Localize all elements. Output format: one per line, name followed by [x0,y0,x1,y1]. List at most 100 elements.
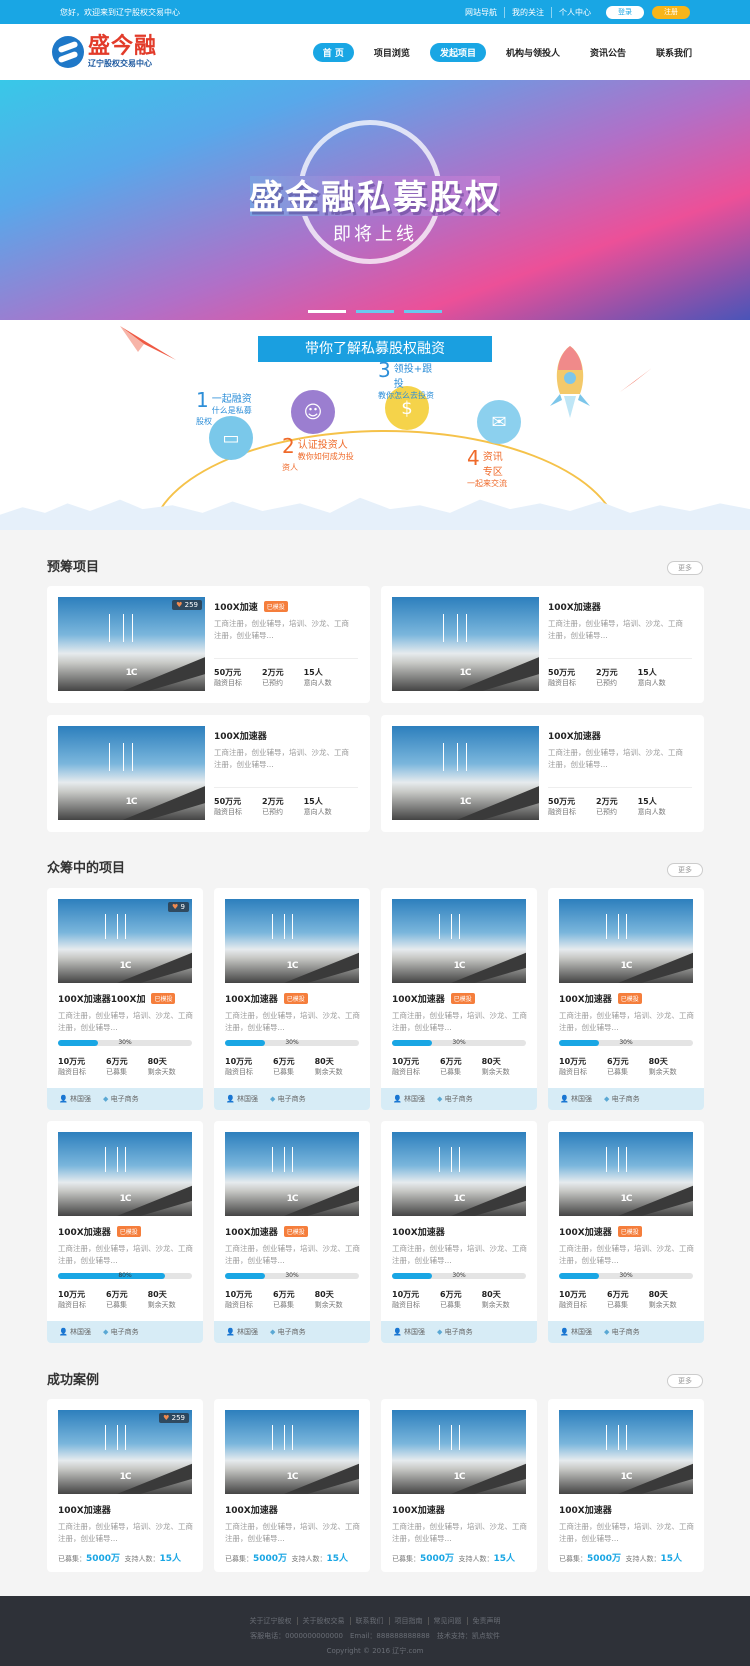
category[interactable]: ◆ 电子商务 [604,1094,640,1104]
project-image[interactable]: 1C [225,899,359,983]
project-title[interactable]: 100X加速器 已模投 [559,992,642,1005]
nav-news[interactable]: 资讯公告 [580,43,636,62]
success-case-card[interactable]: 1C 100X加速器 工商注册，创业辅导，培训、沙龙、工商 注册，创业辅导... 已募集… [214,1399,370,1572]
project-title[interactable]: 100X加速器 已模投 [225,992,308,1005]
project-image[interactable]: 1C [559,1132,693,1216]
success-case-card[interactable]: 1C 100X加速器 工商注册，创业辅导，培训、沙龙、工商 注册，创业辅导... 已募集… [548,1399,704,1572]
project-desc: 工商注册，创业辅导，培训、沙龙、工商 注册，创业辅导... [225,1011,360,1032]
crowd-project-card[interactable]: 1C ♥ 9 100X加速器100X加 已模投 工商注册，创业辅导，培训、沙龙、工商 注册… [47,888,203,1110]
owner[interactable]: 👤 林国强 [393,1094,425,1104]
project-image[interactable]: 1C [392,726,539,820]
project-title[interactable]: 100X加速器 已模投 [392,992,475,1005]
nav-home[interactable]: 首 页 [312,42,354,62]
project-image[interactable]: 1C [559,1410,693,1494]
project-title[interactable]: 100X加速器100X加 已模投 [58,992,176,1005]
carousel-dot[interactable] [308,310,346,313]
pre-project-card[interactable]: 1C ♥ 259 100X加速 已模投 工商注册，创业辅导，培训、沙龙、工商 注册，创业辅… [47,586,370,703]
category[interactable]: ◆ 电子商务 [604,1327,640,1337]
project-image[interactable]: 1C ♥ 9 [58,899,192,983]
project-desc: 工商注册，创业辅导，培训、沙龙、工商 注册，创业辅导... [214,748,349,769]
owner[interactable]: 👤 林国强 [59,1327,91,1337]
success-case-card[interactable]: 1C ♥ 259 100X加速器 工商注册，创业辅导，培训、沙龙、工商 注册，创业辅导.… [47,1399,203,1572]
category[interactable]: ◆ 电子商务 [270,1094,306,1104]
project-desc: 工商注册，创业辅导，培训、沙龙、工商 注册，创业辅导... [392,1522,527,1543]
crowd-project-card[interactable]: 1C 100X加速器 已模投 工商注册，创业辅导，培训、沙龙、工商 注册，创业辅导...… [214,1121,370,1343]
crowd-project-card[interactable]: 1C 100X加速器 已模投 工商注册，创业辅导，培训、沙龙、工商 注册，创业辅导...… [548,1121,704,1343]
project-title[interactable]: 100X加速器 [548,600,601,613]
nav-contact[interactable]: 联系我们 [646,43,702,62]
footer-link[interactable]: 关于辽宁股权 [245,1617,297,1625]
hero-banner[interactable]: 盛金融私募股权 即将上线 [0,80,750,320]
project-title[interactable]: 100X加速器 [548,729,601,742]
owner[interactable]: 👤 林国强 [226,1327,258,1337]
project-title[interactable]: 100X加速器 已模投 [58,1225,141,1238]
crowd-project-card[interactable]: 1C 100X加速器 已模投 工商注册，创业辅导，培训、沙龙、工商 注册，创业辅导...… [381,888,537,1110]
site-logo[interactable]: 盛今融 辽宁股权交易中心 [52,35,157,69]
carousel-dot[interactable] [404,310,442,313]
crowd-project-card[interactable]: 1C 100X加速器 工商注册，创业辅导，培训、沙龙、工商 注册，创业辅导... 30%… [381,1121,537,1343]
register-button[interactable]: 注册 [652,5,690,19]
carousel-dot[interactable] [356,310,394,313]
project-title[interactable]: 100X加速器 [58,1503,111,1516]
pre-project-card[interactable]: 1C 100X加速器 工商注册，创业辅导，培训、沙龙、工商 注册，创业辅导... 50万… [47,715,370,832]
project-title[interactable]: 100X加速器 [214,729,267,742]
project-image[interactable]: 1C [392,597,539,691]
project-image[interactable]: 1C ♥ 259 [58,597,205,691]
project-image[interactable]: 1C [392,1132,526,1216]
step-1[interactable]: 1 一起融资 什么是私募股权 [196,390,252,427]
personal-center-link[interactable]: 个人中心 [551,6,598,18]
more-button-pre[interactable]: 更多 [667,561,703,575]
category[interactable]: ◆ 电子商务 [437,1094,473,1104]
crowd-project-card[interactable]: 1C 100X加速器 已模投工商注册，创业辅导，培训、沙龙、工商 注册，创业辅导...… [214,888,370,1110]
step-3[interactable]: 3 领投+跟投 教你怎么去投资 [378,360,434,401]
pre-project-card[interactable]: 1C 100X加速器 工商注册，创业辅导，培训、沙龙、工商 注册，创业辅导... 50万… [381,586,704,703]
project-title[interactable]: 100X加速器 [225,1503,278,1516]
project-title[interactable]: 100X加速器 [559,1503,612,1516]
owner[interactable]: 👤 林国强 [560,1094,592,1104]
project-image[interactable]: 1C ♥ 259 [58,1410,192,1494]
category[interactable]: ◆ 电子商务 [103,1327,139,1337]
footer-link[interactable]: 免责声明 [466,1617,506,1625]
project-title[interactable]: 100X加速器 [392,1503,445,1516]
login-button[interactable]: 登录 [606,5,644,19]
pre-project-card[interactable]: 1C 100X加速器 工商注册，创业辅导，培训、沙龙、工商 注册，创业辅导... 50万… [381,715,704,832]
footer-link[interactable]: 项目指南 [388,1617,428,1625]
category[interactable]: ◆ 电子商务 [437,1327,473,1337]
site-nav-link[interactable]: 网站导航 [458,7,504,18]
owner[interactable]: 👤 林国强 [560,1327,592,1337]
owner[interactable]: 👤 林国强 [393,1327,425,1337]
project-image[interactable]: 1C [225,1132,359,1216]
project-title[interactable]: 100X加速器 [392,1225,445,1238]
project-title[interactable]: 100X加速器 已模投 [225,1225,308,1238]
more-button-success[interactable]: 更多 [667,1374,703,1388]
progress-bar: 30% [58,1039,192,1046]
like-badge[interactable]: ♥ 9 [168,902,189,912]
my-follow-link[interactable]: 我的关注 [504,6,551,18]
project-image[interactable]: 1C [58,1132,192,1216]
more-button-crowd[interactable]: 更多 [667,863,703,877]
project-title[interactable]: 100X加速 已模投 [214,600,288,613]
project-image[interactable]: 1C [58,726,205,820]
category[interactable]: ◆ 电子商务 [270,1327,306,1337]
project-title[interactable]: 100X加速器 已模投 [559,1225,642,1238]
owner[interactable]: 👤 林国强 [59,1094,91,1104]
nav-projects[interactable]: 项目浏览 [364,43,420,62]
like-badge[interactable]: ♥ 259 [172,600,202,610]
nav-start-project[interactable]: 发起项目 [429,42,486,62]
success-case-card[interactable]: 1C 100X加速器 工商注册，创业辅导，培训、沙龙、工商 注册，创业辅导... 已募集… [381,1399,537,1572]
owner[interactable]: 👤 林国强 [226,1094,258,1104]
footer-link[interactable]: 关于股权交易 [296,1617,350,1625]
footer-link[interactable]: 联系我们 [349,1617,389,1625]
category[interactable]: ◆ 电子商务 [103,1094,139,1104]
like-badge[interactable]: ♥ 259 [159,1413,189,1423]
step-2[interactable]: 2 认证投资人 教你如何成为投资人 [282,436,354,473]
crowd-project-card[interactable]: 1C 100X加速器 已模投 工商注册，创业辅导，培训、沙龙、工商 注册，创业辅导...… [47,1121,203,1343]
project-image[interactable]: 1C [392,899,526,983]
project-image[interactable]: 1C [392,1410,526,1494]
project-image[interactable]: 1C [225,1410,359,1494]
project-image[interactable]: 1C [559,899,693,983]
footer-link[interactable]: 常见问题 [427,1617,467,1625]
nav-investors[interactable]: 机构与领投人 [496,43,570,62]
step-4[interactable]: 4 资讯专区 一起来交流 [467,448,507,489]
crowd-project-card[interactable]: 1C 100X加速器 已模投 工商注册，创业辅导，培训、沙龙、工商 注册，创业辅导...… [548,888,704,1110]
